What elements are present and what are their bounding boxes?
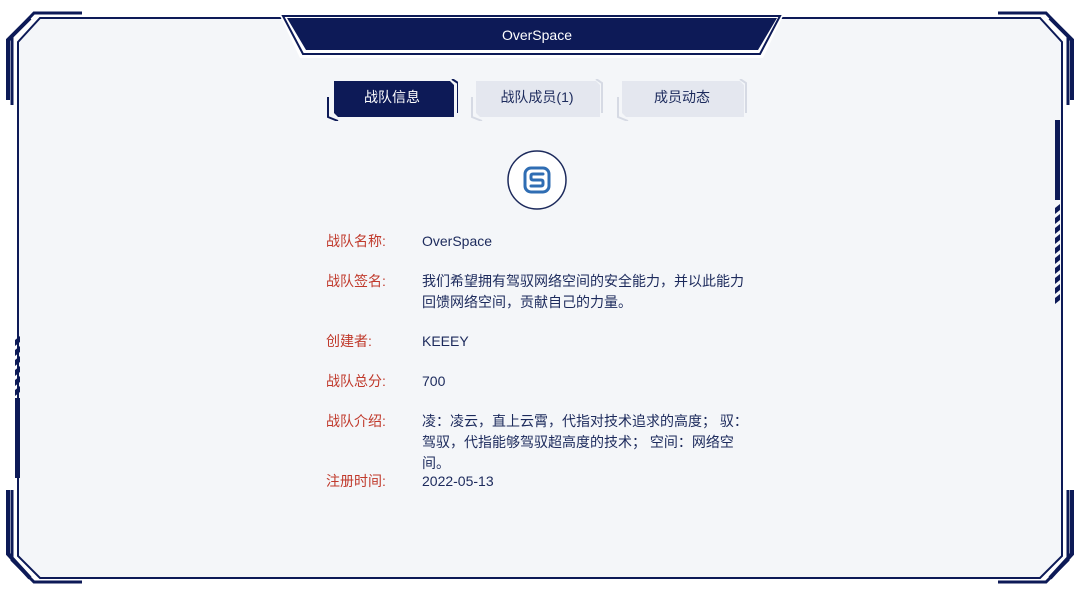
tab-label: 成员动态 (654, 89, 710, 105)
team-logo-icon (507, 150, 567, 210)
tab-team-members[interactable]: 战队成员(1) (470, 79, 604, 121)
register-date-value: 2022-05-13 (422, 473, 494, 489)
tab-label: 战队信息 (364, 89, 420, 105)
total-score-value: 700 (422, 373, 446, 389)
field-label: 注册时间: (326, 473, 386, 489)
field-label: 创建者: (326, 333, 372, 349)
team-signature-value: 我们希望拥有驾驭网络空间的安全能力，并以此能力回馈网络空间，贡献自己的力量。 (422, 273, 744, 310)
team-intro-value: 凌：凌云，直上云霄，代指对技术追求的高度； 驭：驾驭，代指能够驾驭超高度的技术；… (422, 413, 748, 471)
tab-member-activity[interactable]: 成员动态 (616, 79, 748, 121)
field-label: 战队介绍: (326, 413, 386, 429)
panel-frame: OverSpace 战队信息 战队成员(1) 成员动态 战队名称: OverSp… (0, 0, 1080, 591)
field-label: 战队名称: (326, 233, 386, 249)
tab-label: 战队成员(1) (500, 89, 574, 105)
page-title: OverSpace (501, 27, 573, 43)
field-label: 战队总分: (326, 373, 386, 389)
team-name-value: OverSpace (422, 233, 493, 249)
creator-value: KEEEY (422, 333, 469, 349)
field-label: 战队签名: (326, 273, 386, 289)
tab-team-info[interactable]: 战队信息 (326, 79, 458, 121)
